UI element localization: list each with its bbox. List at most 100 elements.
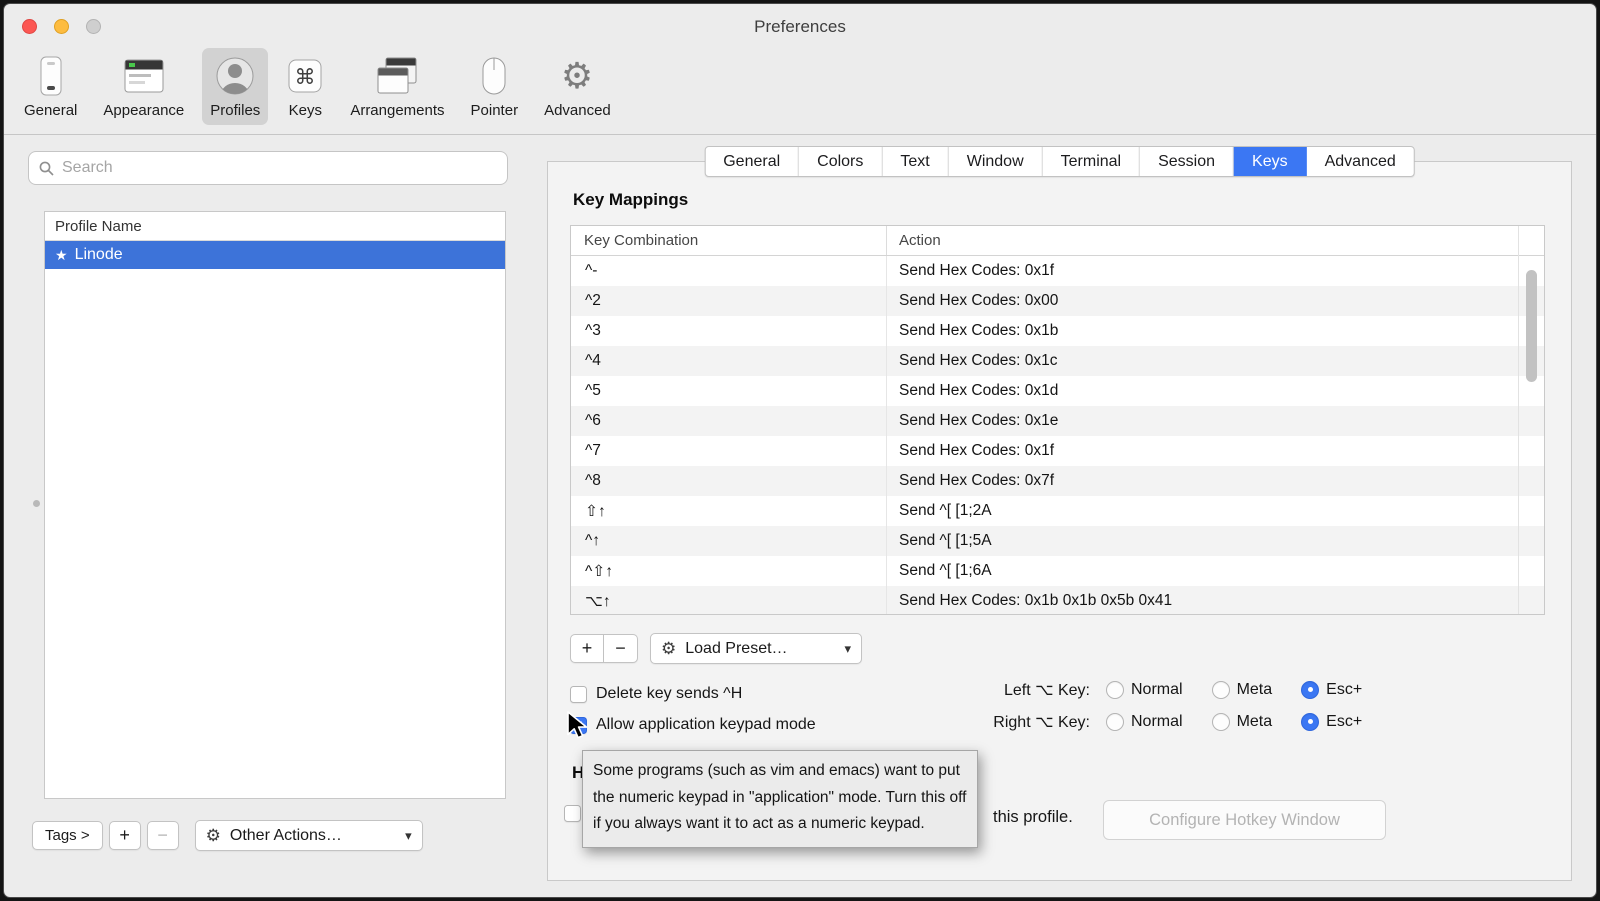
key-mappings-heading: Key Mappings	[573, 190, 688, 210]
window-title: Preferences	[4, 4, 1596, 50]
toolbar-item-arrangements[interactable]: Arrangements	[342, 48, 452, 125]
titlebar: Preferences	[4, 4, 1596, 50]
key-combination-cell: ^⇧↑	[571, 562, 886, 581]
close-button[interactable]	[22, 19, 37, 34]
toolbar-item-label: Pointer	[471, 102, 519, 119]
action-cell: Send ^[ [1;6A	[886, 556, 1544, 586]
default-profile-star-icon: ★	[55, 241, 68, 269]
profile-list: Profile Name ★ Linode	[44, 211, 506, 799]
left-option-key-radio-meta[interactable]: Meta	[1212, 681, 1273, 699]
toolbar-item-general[interactable]: General	[16, 48, 85, 125]
tab-keys[interactable]: Keys	[1234, 147, 1307, 176]
tags-button[interactable]: Tags >	[32, 821, 103, 850]
keypad-mode-tooltip: Some programs (such as vim and emacs) wa…	[582, 750, 978, 848]
key-mappings-table-header: Key Combination Action	[571, 226, 1544, 256]
profile-name: Linode	[75, 241, 123, 269]
radio-unselected-icon[interactable]	[1212, 681, 1230, 699]
tab-window[interactable]: Window	[949, 147, 1043, 176]
remove-profile-button[interactable]: −	[147, 821, 179, 850]
other-actions-dropdown[interactable]: ⚙ Other Actions… ▾	[195, 820, 423, 851]
key-mapping-row[interactable]: ⇧↑Send ^[ [1;2A	[571, 496, 1544, 526]
right-option-key-row: Right ⌥ Key:NormalMetaEsc+	[960, 709, 1391, 734]
configure-hotkey-window-button[interactable]: Configure Hotkey Window	[1103, 800, 1386, 840]
action-cell: Send Hex Codes: 0x1b 0x1b 0x5b 0x41	[886, 586, 1544, 614]
checkbox-unchecked-icon[interactable]	[564, 805, 581, 822]
left-option-key-label: Left ⌥ Key:	[960, 680, 1090, 700]
key-mapping-row[interactable]: ^8Send Hex Codes: 0x7f	[571, 466, 1544, 496]
load-preset-dropdown[interactable]: ⚙ Load Preset… ▾	[650, 633, 862, 664]
remove-key-mapping-button[interactable]: −	[604, 634, 638, 663]
key-combination-cell: ^5	[571, 382, 886, 400]
add-key-mapping-button[interactable]: +	[570, 634, 604, 663]
key-mapping-row[interactable]: ^3Send Hex Codes: 0x1b	[571, 316, 1544, 346]
radio-selected-icon[interactable]	[1301, 713, 1319, 731]
radio-unselected-icon[interactable]	[1106, 713, 1124, 731]
table-scrollbar-thumb[interactable]	[1526, 270, 1537, 382]
left-option-key-radio-normal[interactable]: Normal	[1106, 681, 1183, 699]
application-keypad-label: Allow application keypad mode	[596, 716, 816, 734]
radio-unselected-icon[interactable]	[1212, 713, 1230, 731]
key-mapping-row[interactable]: ^6Send Hex Codes: 0x1e	[571, 406, 1544, 436]
tab-advanced[interactable]: Advanced	[1307, 147, 1414, 176]
minimize-button[interactable]	[54, 19, 69, 34]
radio-choice-label: Meta	[1237, 713, 1273, 731]
profile-name-column-header: Profile Name	[45, 212, 505, 241]
toolbar-item-profiles[interactable]: Profiles	[202, 48, 268, 125]
pane-splitter-handle[interactable]	[33, 500, 40, 507]
appearance-icon	[121, 52, 167, 100]
toolbar-item-label: Arrangements	[350, 102, 444, 119]
tab-session[interactable]: Session	[1140, 147, 1234, 176]
key-mapping-row[interactable]: ^⇧↑Send ^[ [1;6A	[571, 556, 1544, 586]
tab-colors[interactable]: Colors	[799, 147, 882, 176]
add-profile-button[interactable]: +	[109, 821, 141, 850]
radio-unselected-icon[interactable]	[1106, 681, 1124, 699]
checkbox-unchecked-icon[interactable]	[570, 686, 587, 703]
tab-general[interactable]: General	[705, 147, 799, 176]
key-mapping-row[interactable]: ^↑Send ^[ [1;5A	[571, 526, 1544, 556]
key-mapping-row[interactable]: ^2Send Hex Codes: 0x00	[571, 286, 1544, 316]
key-combination-cell: ⇧↑	[571, 502, 886, 521]
radio-selected-icon[interactable]	[1301, 681, 1319, 699]
right-option-key-radio-meta[interactable]: Meta	[1212, 713, 1273, 731]
profile-tab-bar: GeneralColorsTextWindowTerminalSessionKe…	[704, 146, 1415, 177]
toolbar-item-advanced[interactable]: ⚙Advanced	[536, 48, 619, 125]
tab-text[interactable]: Text	[882, 147, 948, 176]
search-field[interactable]	[28, 151, 508, 185]
toolbar-item-keys[interactable]: ⌘Keys	[278, 48, 332, 125]
key-options: Delete key sends ^H ✓ Allow application …	[570, 683, 816, 736]
table-scrollbar-track[interactable]	[1518, 226, 1544, 614]
keys-icon: ⌘	[286, 52, 324, 100]
key-mapping-row[interactable]: ^-Send Hex Codes: 0x1f	[571, 256, 1544, 286]
toolbar-item-pointer[interactable]: Pointer	[463, 48, 527, 125]
right-option-key-radio-escplus[interactable]: Esc+	[1301, 713, 1362, 731]
left-option-key-row: Left ⌥ Key: Normal Meta Esc+	[960, 677, 1391, 702]
application-keypad-checkbox-row[interactable]: ✓ Allow application keypad mode	[570, 714, 816, 736]
tab-terminal[interactable]: Terminal	[1043, 147, 1140, 176]
hotkey-checkbox-partial[interactable]	[564, 805, 581, 822]
zoom-button[interactable]	[86, 19, 101, 34]
radio-choice-label: Normal	[1131, 713, 1183, 731]
right-option-key-radio-normal[interactable]: Normal	[1106, 713, 1183, 731]
key-mapping-row[interactable]: ^5Send Hex Codes: 0x1d	[571, 376, 1544, 406]
search-input[interactable]	[62, 159, 497, 177]
key-combination-cell: ^2	[571, 292, 886, 310]
key-mapping-row[interactable]: ^4Send Hex Codes: 0x1c	[571, 346, 1544, 376]
radio-choice-label: Esc+	[1326, 681, 1362, 699]
key-mapping-row[interactable]: ⌥↑Send Hex Codes: 0x1b 0x1b 0x5b 0x41	[571, 586, 1544, 614]
delete-key-sends-checkbox-row[interactable]: Delete key sends ^H	[570, 683, 816, 705]
action-cell: Send Hex Codes: 0x1b	[886, 316, 1544, 346]
key-combination-cell: ^8	[571, 472, 886, 490]
action-cell: Send Hex Codes: 0x1c	[886, 346, 1544, 376]
profile-row-linode[interactable]: ★ Linode	[45, 241, 505, 269]
key-combination-cell: ^6	[571, 412, 886, 430]
key-combination-cell: ^↑	[571, 532, 886, 550]
action-cell: Send ^[ [1;5A	[886, 526, 1544, 556]
key-combination-cell: ^-	[571, 262, 886, 280]
mouse-cursor	[565, 711, 591, 741]
left-option-key-radio-escplus[interactable]: Esc+	[1301, 681, 1362, 699]
toolbar-item-label: General	[24, 102, 77, 119]
radio-choice-label: Normal	[1131, 681, 1183, 699]
toolbar-item-appearance[interactable]: Appearance	[95, 48, 192, 125]
chevron-down-icon: ▾	[405, 828, 412, 844]
key-mapping-row[interactable]: ^7Send Hex Codes: 0x1f	[571, 436, 1544, 466]
